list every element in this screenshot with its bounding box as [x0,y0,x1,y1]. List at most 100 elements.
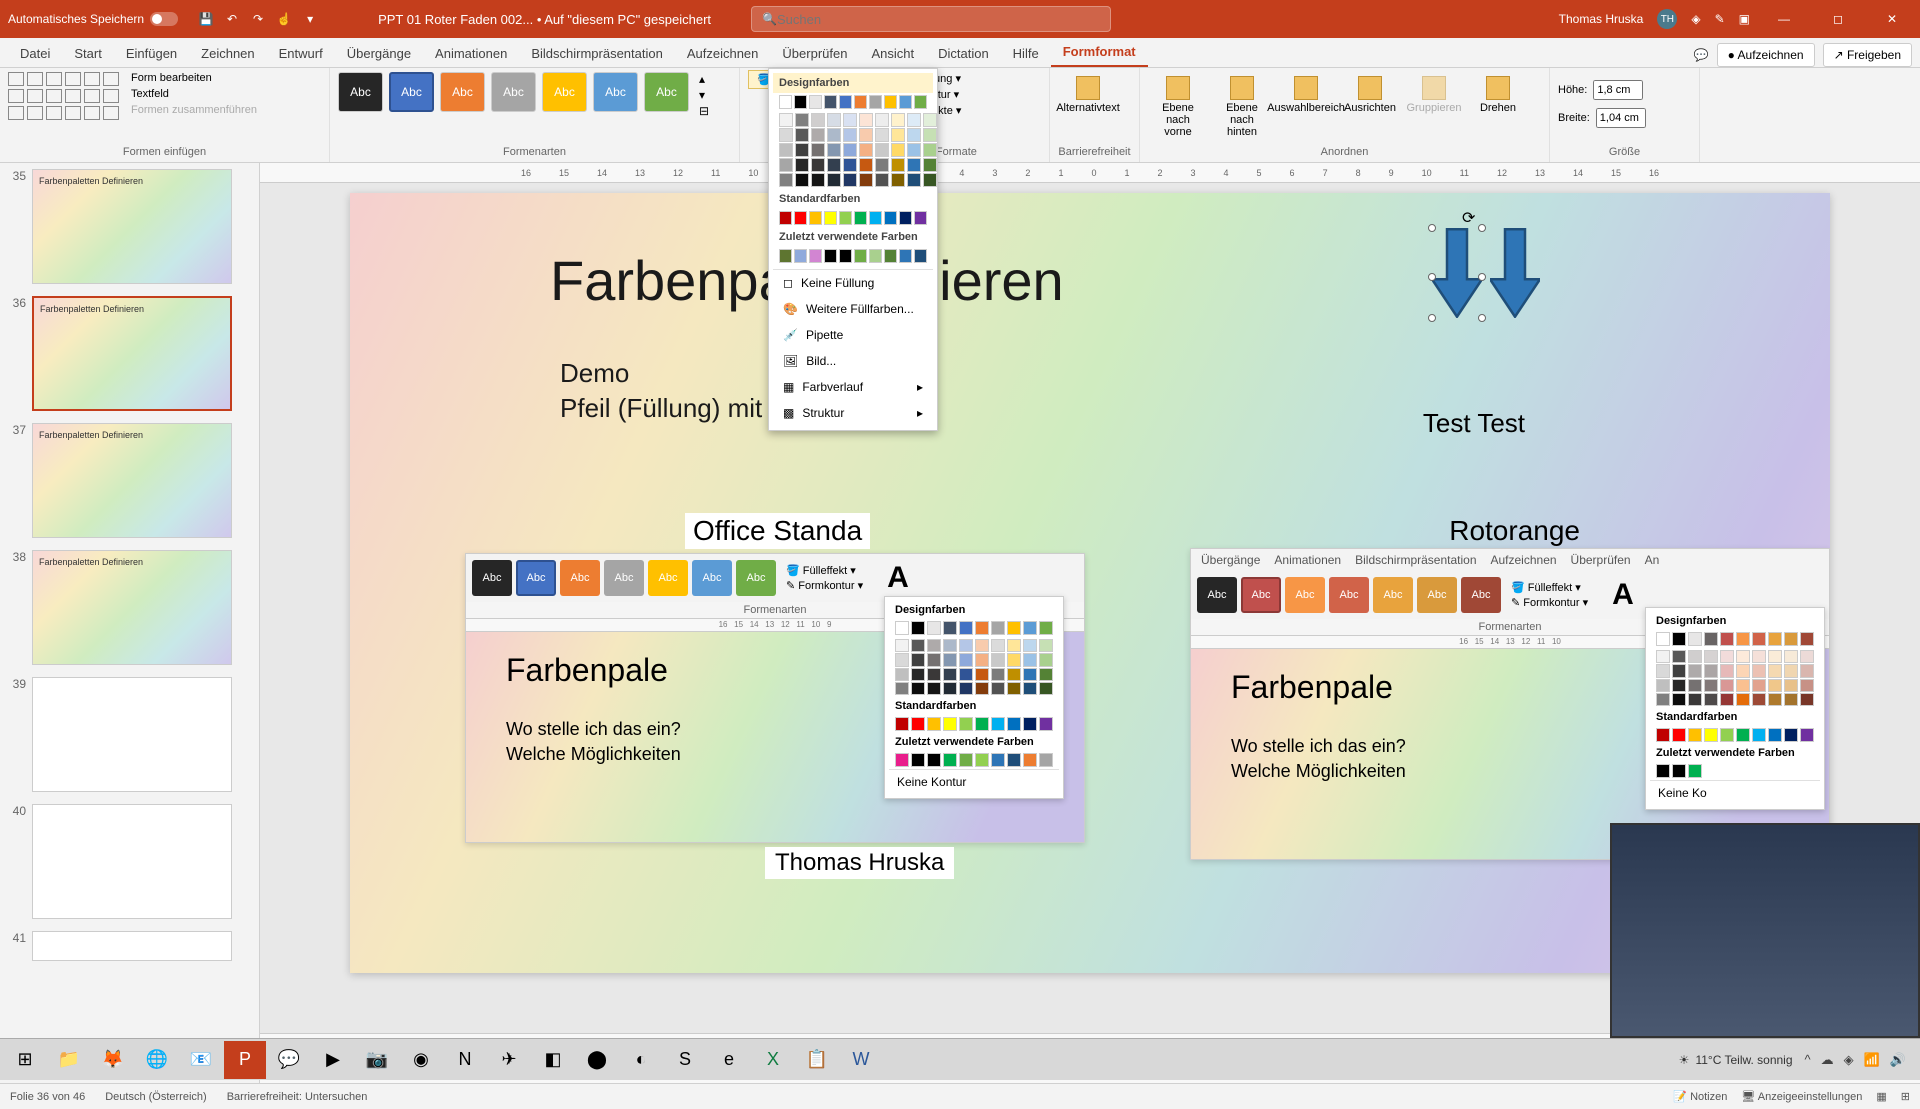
form-merge[interactable]: Formen zusammenführen [131,104,257,116]
style-yellow[interactable]: Abc [542,72,587,112]
tab-zeichnen[interactable]: Zeichnen [189,40,266,67]
gallery-down-icon[interactable]: ▾ [699,88,709,102]
color-swatch[interactable] [854,95,867,109]
color-swatch[interactable] [884,95,897,109]
maximize-button[interactable]: ◻ [1818,0,1858,38]
send-back-button[interactable]: Ebene nach hinten [1212,72,1272,142]
mini-style[interactable]: Abc [516,560,556,596]
tray-sound-icon[interactable]: 🔊 [1890,1052,1906,1068]
chrome-icon[interactable]: 🌐 [136,1041,178,1079]
bring-front-button[interactable]: Ebene nach vorne [1148,72,1208,142]
mini-outline[interactable]: ✎ Formkontur ▾ [786,579,863,592]
share-button[interactable]: ↗ Freigeben [1823,43,1912,67]
tab-formformat[interactable]: Formformat [1051,38,1148,67]
search-input[interactable] [777,12,1100,27]
app-icon[interactable]: 📋 [796,1041,838,1079]
accessibility[interactable]: Barrierefreiheit: Untersuchen [227,1091,368,1103]
height-input[interactable] [1593,80,1643,100]
slide-thumb-39[interactable] [32,677,232,792]
mini-wordart[interactable]: A [887,561,909,595]
explorer-icon[interactable]: 📁 [48,1041,90,1079]
mini-style[interactable]: Abc [604,560,644,596]
minimize-button[interactable]: — [1764,0,1804,38]
onenote-icon[interactable]: N [444,1041,486,1079]
test-text[interactable]: Test Test [1423,408,1525,439]
undo-icon[interactable]: ↶ [224,11,240,27]
telegram-icon[interactable]: ✈ [488,1041,530,1079]
shapes-gallery[interactable] [8,72,119,120]
app-icon[interactable]: 📷 [356,1041,398,1079]
search-box[interactable]: 🔍 [751,6,1111,32]
avatar[interactable]: TH [1657,9,1677,29]
pen-icon[interactable]: ✎ [1715,12,1725,26]
tab-ueberpruefen[interactable]: Überprüfen [770,40,859,67]
rotate-button[interactable]: Drehen [1468,72,1528,118]
eyedropper-item[interactable]: 💉 Pipette [773,322,933,348]
color-swatch[interactable] [869,95,882,109]
color-swatch[interactable] [809,95,822,109]
app-icon[interactable]: ◧ [532,1041,574,1079]
app-icon[interactable]: ◐ [620,1041,662,1079]
display-settings[interactable]: 🖥 Anzeigeeinstellungen [1741,1090,1862,1103]
view-sorter-icon[interactable]: ⊞ [1901,1090,1910,1103]
style-orange[interactable]: Abc [440,72,485,112]
firefox-icon[interactable]: 🦊 [92,1041,134,1079]
skype-icon[interactable]: S [664,1041,706,1079]
style-gray[interactable]: Abc [491,72,536,112]
obs-icon[interactable]: ⬤ [576,1041,618,1079]
gallery-more-icon[interactable]: ⊟ [699,104,709,118]
tray-dropbox-icon[interactable]: ◈ [1844,1052,1854,1068]
more-colors-item[interactable]: 🎨 Weitere Füllfarben... [773,296,933,322]
selection-pane-button[interactable]: Auswahlbereich [1276,72,1336,118]
slide-canvas[interactable]: Farbenpale efinieren Demo Pfeil (Füllung… [350,193,1830,973]
tab-datei[interactable]: Datei [8,40,62,67]
tab-start[interactable]: Start [62,40,113,67]
rotorange-label[interactable]: Rotorange [1449,515,1580,547]
dropdown-icon[interactable]: ▾ [302,11,318,27]
record-button[interactable]: ● Aufzeichnen [1717,43,1815,67]
redo-icon[interactable]: ↷ [250,11,266,27]
author-label[interactable]: Thomas Hruska [765,847,954,879]
slide-thumb-38[interactable]: Farbenpaletten Definieren [32,550,232,665]
no-fill-item[interactable]: ◻ Keine Füllung [773,270,933,296]
tab-entwurf[interactable]: Entwurf [267,40,335,67]
office-label[interactable]: Office Standa [685,513,870,549]
mini-style[interactable]: Abc [692,560,732,596]
tab-dictation[interactable]: Dictation [926,40,1001,67]
mini-fill[interactable]: 🪣 Fülleffekt ▾ [786,564,863,577]
notes-toggle[interactable]: 📝 Notizen [1673,1090,1727,1103]
tab-ansicht[interactable]: Ansicht [859,40,926,67]
user-name[interactable]: Thomas Hruska [1559,12,1644,26]
word-icon[interactable]: W [840,1041,882,1079]
rotate-handle-icon[interactable]: ⟳ [1462,208,1475,228]
gallery-up-icon[interactable]: ▴ [699,72,709,86]
slide-thumb-40[interactable] [32,804,232,919]
slide-thumb-37[interactable]: Farbenpaletten Definieren [32,423,232,538]
start-button[interactable]: ⊞ [4,1041,46,1079]
app-icon[interactable]: 💬 [268,1041,310,1079]
align-button[interactable]: Ausrichten [1340,72,1400,118]
mini-style[interactable]: Abc [736,560,776,596]
color-swatch[interactable] [839,95,852,109]
close-button[interactable]: ✕ [1872,0,1912,38]
diamond-icon[interactable]: ◈ [1691,12,1700,26]
save-icon[interactable]: 💾 [198,11,214,27]
tray-up-icon[interactable]: ^ [1805,1052,1811,1068]
alttext-button[interactable]: Alternativtext [1058,72,1118,118]
tab-aufzeichnen[interactable]: Aufzeichnen [675,40,771,67]
demo-text[interactable]: Demo [560,358,629,389]
tab-animationen[interactable]: Animationen [423,40,519,67]
texture-item[interactable]: ▩ Struktur▸ [773,400,933,426]
textfield-button[interactable]: Textfeld [131,88,257,100]
app-icon[interactable]: ◉ [400,1041,442,1079]
color-swatch[interactable] [794,95,807,109]
mini-style[interactable]: Abc [560,560,600,596]
filename[interactable]: PPT 01 Roter Faden 002... • Auf "diesem … [378,12,711,27]
arrow-shapes[interactable]: ⟳ [1432,228,1540,318]
language[interactable]: Deutsch (Österreich) [105,1091,206,1103]
color-swatch[interactable] [899,95,912,109]
tab-hilfe[interactable]: Hilfe [1001,40,1051,67]
vlc-icon[interactable]: ▶ [312,1041,354,1079]
mini-nocont[interactable]: Keine Kontur [889,769,1059,794]
slide-thumb-41[interactable] [32,931,232,961]
